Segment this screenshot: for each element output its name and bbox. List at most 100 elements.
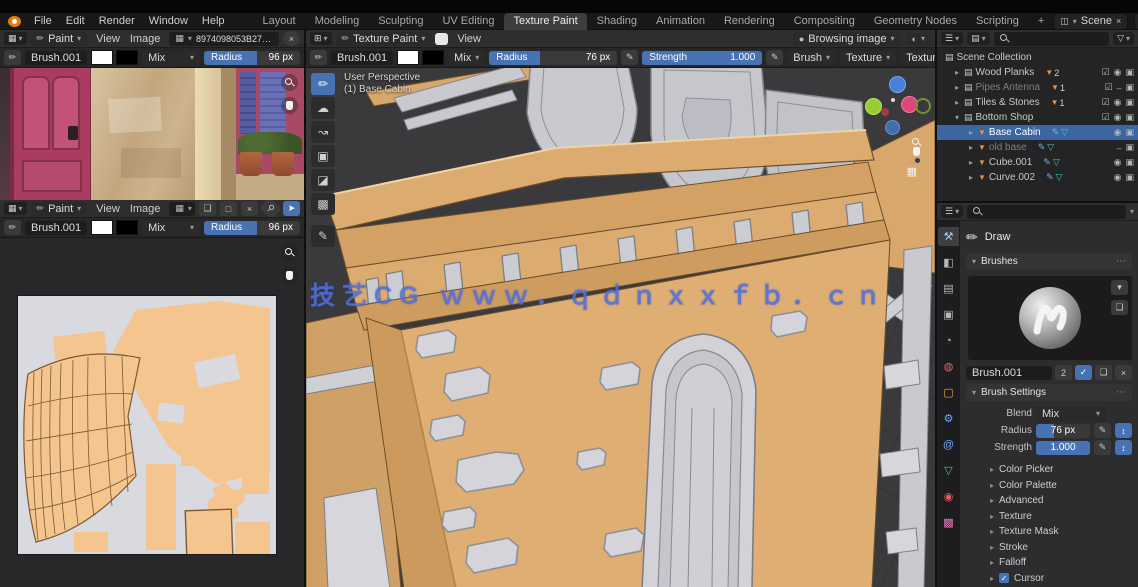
chevron-down-icon[interactable]: ▾ <box>1130 207 1134 216</box>
camera-visibility-icon[interactable]: ▣ <box>1125 67 1134 78</box>
camera-visibility-icon[interactable]: ▣ <box>1125 157 1134 168</box>
reference-photo[interactable] <box>0 68 304 200</box>
header-menu[interactable]: Image <box>125 33 166 45</box>
unlink-image-button[interactable]: × <box>283 31 300 46</box>
checkbox-icon[interactable]: ☑ <box>1102 112 1110 123</box>
unlink-icon[interactable]: × <box>1116 16 1121 26</box>
gizmo-y-neg[interactable] <box>915 98 931 114</box>
expand-icon[interactable]: ▸ <box>953 83 961 92</box>
primary-color-swatch[interactable] <box>397 50 419 65</box>
properties-tab[interactable]: @ <box>938 435 959 454</box>
eye-icon[interactable]: ◉‒ <box>1114 157 1122 168</box>
collapsed-subpanel[interactable]: ▸ ✓ Falloff <box>966 555 1132 571</box>
brush-preview[interactable]: ▾ ❏ <box>968 276 1132 360</box>
workspace-tab[interactable]: Sculpting <box>369 13 432 30</box>
hand-icon[interactable] <box>281 267 298 284</box>
topbar-menu[interactable]: Window <box>142 15 195 27</box>
workspace-tab[interactable]: + <box>1029 13 1053 30</box>
gizmo-z-neg[interactable] <box>885 120 900 135</box>
outliner-row[interactable]: ▸ ▤ ▼ Cube.001 ✎ ▽ ☑ <box>937 155 1138 170</box>
viewport-tool-button[interactable]: ☁ <box>311 97 335 119</box>
topbar-menu[interactable]: File <box>27 15 59 27</box>
mode-dropdown[interactable]: ✏Paint▾ <box>31 202 88 216</box>
blend-mode-dropdown[interactable]: Mix▾ <box>142 51 200 65</box>
expand-icon[interactable]: ▸ <box>967 173 975 182</box>
workspace-tab[interactable]: Compositing <box>785 13 864 30</box>
popover-panel-button[interactable]: Brush▾ <box>787 51 836 65</box>
checkbox-icon[interactable]: ☑ <box>1102 67 1110 78</box>
chevron-down-icon[interactable]: ▾ <box>1111 280 1128 295</box>
new-image-button[interactable]: ❏ <box>199 201 216 216</box>
viewport-tool-button[interactable]: ↝ <box>311 121 335 143</box>
collapsed-subpanel[interactable]: ▸ ✓ Cursor <box>966 571 1132 587</box>
expand-icon[interactable]: ▸ <box>953 98 961 107</box>
pressure-icon[interactable]: ↕ <box>1115 423 1132 438</box>
eye-icon[interactable]: ◉‒ <box>1114 172 1122 183</box>
popover-panel-button[interactable]: Texture▾ <box>840 51 896 65</box>
camera-visibility-icon[interactable]: ▣ <box>1125 82 1134 93</box>
eye-icon[interactable]: ◉‒ <box>1116 83 1121 93</box>
workspace-tab[interactable]: Texture Paint <box>504 13 586 30</box>
zoom-icon[interactable] <box>281 74 298 91</box>
properties-tab[interactable]: ◔ <box>938 331 959 350</box>
gizmo-y-axis[interactable] <box>865 98 882 115</box>
outliner-row[interactable]: ▸ ▤ ▼ old base ✎ ▽ ☑ <box>937 140 1138 155</box>
gizmo-x-neg[interactable] <box>881 108 889 116</box>
viewport-tool-button[interactable]: ✏ <box>311 73 335 95</box>
collapsed-subpanel[interactable]: ▸ ✓ Color Palette <box>966 478 1132 494</box>
brushes-panel-header[interactable]: ▾Brushes⋯ <box>966 253 1132 270</box>
eye-icon[interactable]: ◉‒ <box>1116 143 1121 153</box>
brush-icon[interactable]: ✏ <box>310 50 327 65</box>
collapsed-subpanel[interactable]: ▸ ✓ Color Picker <box>966 462 1132 478</box>
properties-search-input[interactable] <box>967 205 1126 219</box>
header-menu[interactable]: View <box>91 203 125 215</box>
properties-tab[interactable]: ◉ <box>938 487 959 506</box>
editor-type-button[interactable]: ⊞▾ <box>310 32 332 45</box>
fake-user-shield-icon[interactable]: ✓ <box>1075 365 1092 380</box>
viewport-tool-button[interactable]: ▩ <box>311 193 335 215</box>
editor-type-button[interactable]: ☰▾ <box>941 205 963 218</box>
primary-color-swatch[interactable] <box>91 50 113 65</box>
view-layer-selector[interactable]: ▣ ViewLayer ▦ <box>1134 13 1138 30</box>
editor-type-button[interactable]: ▦▾ <box>4 202 27 215</box>
outliner-row[interactable]: ▸ ▤ ▼ Base Cabin ✎ ▽ ☑ <box>937 125 1138 140</box>
outliner-search-input[interactable] <box>994 32 1109 46</box>
sync-tool-button[interactable]: ➤ <box>283 201 300 216</box>
eye-icon[interactable]: ◉‒ <box>1114 67 1122 78</box>
brush-icon[interactable]: ✏ <box>4 50 21 65</box>
brush-name-field[interactable]: Brush.001 <box>966 366 1052 380</box>
display-mode-button[interactable]: ▤▾ <box>967 32 990 45</box>
properties-tab[interactable]: ⚒ <box>938 227 959 246</box>
collapsed-subpanel[interactable]: ▸ ✓ Texture Mask <box>966 524 1132 540</box>
collapsed-subpanel[interactable]: ▸ ✓ Advanced <box>966 493 1132 509</box>
asset-browser-icon[interactable]: ❏ <box>1111 300 1128 315</box>
outliner-root-row[interactable]: ▤ Scene Collection <box>937 50 1138 65</box>
blend-mode-dropdown[interactable]: Mix▾ <box>448 51 485 65</box>
eye-icon[interactable]: ◉‒ <box>1114 127 1122 138</box>
outliner-row[interactable]: ▾ ▤ ▼ Bottom Shop ✎ ▽ ☑ <box>937 110 1138 125</box>
topbar-menu[interactable]: Render <box>92 15 142 27</box>
eye-icon[interactable]: ◉‒ <box>1114 97 1122 108</box>
workspace-tab[interactable]: Scripting <box>967 13 1028 30</box>
unlink-icon[interactable]: × <box>1115 365 1132 380</box>
pen-icon[interactable]: ✎ <box>1094 440 1111 455</box>
mode-dropdown[interactable]: ✏Paint▾ <box>31 32 88 46</box>
outliner-row[interactable]: ▸ ▤ ▼ Curve.002 ✎ ▽ ☑ <box>937 170 1138 185</box>
properties-tab[interactable]: ▽ <box>938 461 959 480</box>
image-browse-field[interactable]: ▦ ▾ Browsing image <box>169 202 195 216</box>
open-image-button[interactable]: □ <box>220 201 237 216</box>
brush-icon[interactable]: ✏ <box>4 220 21 235</box>
secondary-color-swatch[interactable] <box>116 50 138 65</box>
workspace-tab[interactable]: Shading <box>588 13 646 30</box>
pen-pressure-icon[interactable]: ✎ <box>621 50 638 65</box>
popover-panel-button[interactable]: Texture Mask▾ <box>900 51 935 65</box>
camera-visibility-icon[interactable]: ▣ <box>1125 172 1134 183</box>
pin-icon[interactable]: ⚲ <box>259 200 282 218</box>
properties-tab[interactable]: ▣ <box>938 305 959 324</box>
topbar-menu[interactable]: Help <box>195 15 232 27</box>
brush-name-field[interactable]: Brush.001 <box>331 51 393 65</box>
zoom-icon[interactable] <box>281 244 298 261</box>
properties-tab[interactable]: ▤ <box>938 279 959 298</box>
uv-canvas-area[interactable] <box>0 238 304 587</box>
outliner-row[interactable]: ▸ ▤ ▼ Wood Planks 2 ✎ ▽ ☑ <box>937 65 1138 80</box>
